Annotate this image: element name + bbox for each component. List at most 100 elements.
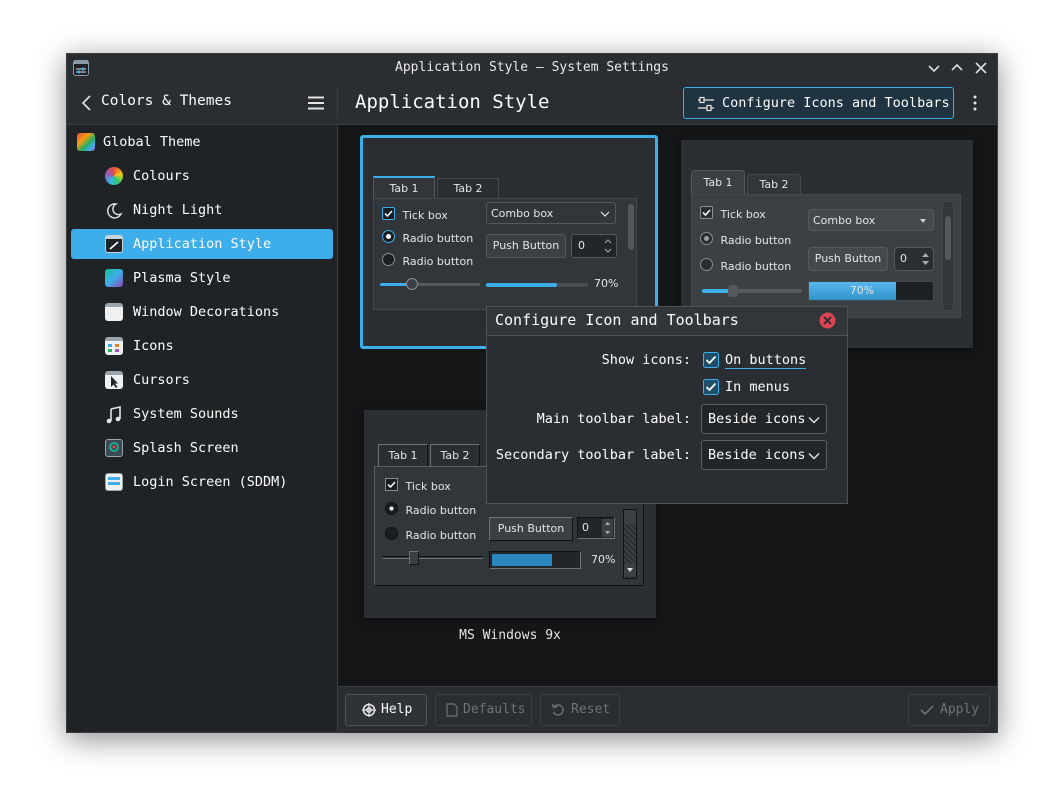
preview-tick-box: Tick box: [385, 477, 451, 493]
defaults-label: Defaults: [463, 702, 526, 717]
configure-label: Configure Icons and Toolbars: [722, 95, 950, 111]
preview-panel: Tick box Radio button Radio button Combo…: [691, 194, 961, 318]
configure-icons-dialog: Configure Icon and Toolbars Show icons: …: [486, 306, 848, 504]
reset-button[interactable]: Reset: [540, 694, 620, 726]
sidebar-item-window-decorations[interactable]: Window Decorations: [71, 297, 333, 327]
sidebar-item-label: Icons: [133, 338, 174, 354]
spin-arrows-icon: [922, 253, 929, 265]
title-bar: Application Style — System Settings: [67, 54, 997, 82]
sidebar-item-label: Night Light: [133, 202, 223, 218]
sidebar-item-splash-screen[interactable]: Splash Screen: [71, 433, 333, 463]
on-buttons-checkbox[interactable]: On buttons: [703, 352, 813, 372]
preview-spinbox: 0: [571, 234, 617, 258]
chevron-down-icon: [808, 453, 820, 460]
footer-bar: Help Defaults Reset Apply: [338, 686, 997, 733]
preview-progress-label: 70%: [591, 553, 616, 566]
maximize-icon[interactable]: [947, 58, 967, 78]
spin-value: 0: [582, 521, 589, 534]
preview-radio: Radio button: [382, 252, 473, 268]
defaults-button[interactable]: Defaults: [435, 694, 532, 726]
sidebar-item-system-sounds[interactable]: System Sounds: [71, 399, 333, 429]
sidebar-item-cursors[interactable]: Cursors: [71, 365, 333, 395]
checkbox-checked-icon: [703, 379, 719, 395]
sidebar-item-login-screen[interactable]: Login Screen (SDDM): [71, 467, 333, 497]
spin-arrows-icon: [602, 519, 613, 537]
chevron-left-icon: [81, 95, 91, 111]
sidebar-item-label: Window Decorations: [133, 304, 280, 320]
dialog-close-icon[interactable]: [819, 312, 836, 329]
sidebar-item-label: System Sounds: [133, 406, 239, 422]
checkbox-checked-icon: [700, 206, 713, 219]
night-light-icon: [105, 201, 123, 219]
radio-label: Radio button: [402, 232, 474, 245]
main-toolbar-label: Main toolbar label:: [536, 411, 691, 427]
main-toolbar-select[interactable]: Beside icons: [701, 404, 827, 434]
sidebar-item-icons[interactable]: Icons: [71, 331, 333, 361]
preview-tick-box: Tick box: [382, 206, 448, 222]
colour-wheel-icon: [105, 167, 123, 185]
tick-box-label: Tick box: [720, 208, 766, 221]
radio-unchecked-icon: [385, 527, 398, 540]
radio-unchecked-icon: [382, 253, 395, 266]
sidebar-item-label: Splash Screen: [133, 440, 239, 456]
tick-box-label: Tick box: [402, 209, 448, 222]
combo-label: Combo box: [491, 207, 554, 220]
sidebar-item-colours[interactable]: Colours: [71, 161, 333, 191]
radio-label: Radio button: [405, 504, 477, 517]
apply-button[interactable]: Apply: [908, 694, 990, 726]
radio-checked-icon: [382, 230, 395, 243]
chevron-down-icon: [920, 219, 926, 223]
secondary-toolbar-label: Secondary toolbar label:: [495, 447, 691, 463]
help-label: Help: [381, 702, 413, 717]
preview-combo-box: Combo box: [808, 209, 934, 231]
help-button[interactable]: Help: [345, 694, 427, 726]
preview-tab-2: Tab 2: [747, 174, 801, 194]
preview-combo-box: Combo box: [486, 202, 616, 224]
global-theme-icon: [77, 133, 95, 151]
overflow-menu-icon[interactable]: [967, 94, 983, 112]
preview-slider: [702, 285, 802, 297]
checkbox-checked-icon: [382, 207, 395, 220]
hamburger-icon[interactable]: [307, 94, 325, 112]
sidebar-item-night-light[interactable]: Night Light: [71, 195, 333, 225]
reset-label: Reset: [571, 702, 611, 717]
sidebar-item-application-style[interactable]: Application Style: [71, 229, 333, 259]
sidebar-item-plasma-style[interactable]: Plasma Style: [71, 263, 333, 293]
in-menus-checkbox[interactable]: In menus: [703, 379, 813, 399]
preview-push-button: Push Button: [486, 234, 566, 258]
progress-fill: [492, 554, 552, 566]
minimize-icon[interactable]: [924, 58, 944, 78]
sidebar-item-label: Colours: [133, 168, 190, 184]
progress-fill: [486, 283, 557, 287]
radio-checked-icon: [700, 232, 713, 245]
radio-unchecked-icon: [700, 258, 713, 271]
close-icon[interactable]: [971, 58, 991, 78]
checkbox-checked-icon: [703, 352, 719, 368]
preview-tick-box: Tick box: [700, 205, 766, 221]
preview-tab-1: Tab 1: [378, 444, 428, 466]
header-divider: [337, 88, 338, 118]
plasma-style-icon: [105, 269, 123, 287]
preview-tab-2: Tab 2: [437, 178, 499, 198]
radio-checked-icon: [385, 502, 398, 515]
spin-arrows-icon: [604, 239, 612, 253]
preview-progress-label: 70%: [849, 284, 875, 297]
sidebar-item-label: Global Theme: [103, 134, 201, 150]
sidebar-item-global-theme[interactable]: Global Theme: [71, 127, 333, 157]
secondary-toolbar-select[interactable]: Beside icons: [701, 440, 827, 470]
radio-label: Radio button: [405, 529, 477, 542]
preview-scrollbar: [942, 201, 954, 311]
show-icons-label: Show icons:: [601, 352, 691, 368]
sidebar-item-label: Login Screen (SDDM): [133, 474, 288, 490]
cursor-icon: [105, 371, 123, 389]
spin-value: 0: [578, 239, 585, 252]
sidebar-item-label: Application Style: [133, 236, 272, 252]
preview-radio-checked: Radio button: [382, 229, 473, 245]
sidebar-item-label: Cursors: [133, 372, 190, 388]
back-button[interactable]: Colors & Themes: [75, 90, 245, 116]
chevron-down-icon: [600, 211, 610, 217]
configure-icons-toolbars-button[interactable]: Configure Icons and Toolbars: [683, 87, 954, 119]
sidebar: Global Theme Colours Night Light Applica…: [67, 125, 338, 732]
spin-value: 0: [900, 252, 907, 265]
window-title: Application Style — System Settings: [395, 60, 669, 75]
